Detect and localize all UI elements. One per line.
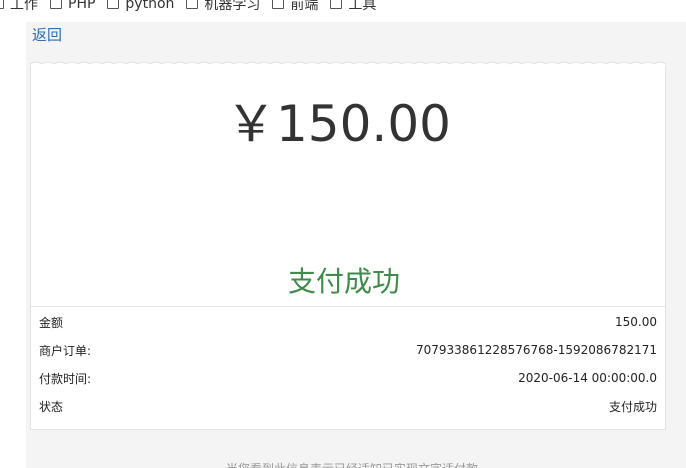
bookmark-php[interactable]: PHP <box>50 0 95 12</box>
back-link[interactable]: 返回 <box>32 24 62 45</box>
folder-icon <box>186 0 199 9</box>
detail-value: 707933861228576768-1592086782171 <box>415 343 657 357</box>
bookmark-tools[interactable]: 工具 <box>330 0 376 14</box>
bookmark-label: 前端 <box>290 0 319 13</box>
bookmark-label: 机器学习 <box>204 0 261 13</box>
detail-label: 商户订单: <box>39 343 92 358</box>
payment-amount: ￥150.00 <box>226 95 451 153</box>
folder-icon <box>50 0 62 9</box>
detail-row-status: 状态 支付成功 <box>39 397 657 415</box>
detail-row-order: 商户订单: 707933861228576768-1592086782171 <box>39 341 657 359</box>
payment-status-text: 支付成功 <box>288 265 401 298</box>
detail-label: 付款时间: <box>39 371 92 386</box>
detail-row-time: 付款时间: 2020-06-14 00:00:00.0 <box>39 369 657 387</box>
footer-note: 当您看到此信息表示已经适知已实现文字适付款 <box>226 460 478 468</box>
bookmark-label: python <box>125 0 175 12</box>
detail-value: 150.00 <box>615 315 657 329</box>
folder-icon <box>0 0 4 9</box>
payment-result-page: 工作 PHP python 机器学习 前端 工具 返回 ￥150.00 支付成功 <box>0 0 686 468</box>
folder-icon <box>107 0 120 9</box>
bookmark-label: 工具 <box>348 0 377 13</box>
bookmark-label: PHP <box>68 0 96 12</box>
bookmark-work[interactable]: 工作 <box>0 0 38 14</box>
bookmark-python[interactable]: python <box>107 0 174 12</box>
detail-label: 状态 <box>39 399 64 414</box>
detail-row-amount: 金额 150.00 <box>39 313 657 331</box>
bookmarks-bar: 工作 PHP python 机器学习 前端 工具 <box>0 0 686 14</box>
detail-label: 金额 <box>39 315 64 330</box>
detail-value: 2020-06-14 00:00:00.0 <box>518 371 657 385</box>
bookmark-label: 工作 <box>10 0 38 13</box>
detail-value: 支付成功 <box>608 399 657 414</box>
folder-icon <box>330 0 343 9</box>
bookmark-frontend[interactable]: 前端 <box>272 0 318 14</box>
folder-icon <box>272 0 285 9</box>
bookmark-machine-learning[interactable]: 机器学习 <box>186 0 260 14</box>
divider <box>31 306 665 307</box>
